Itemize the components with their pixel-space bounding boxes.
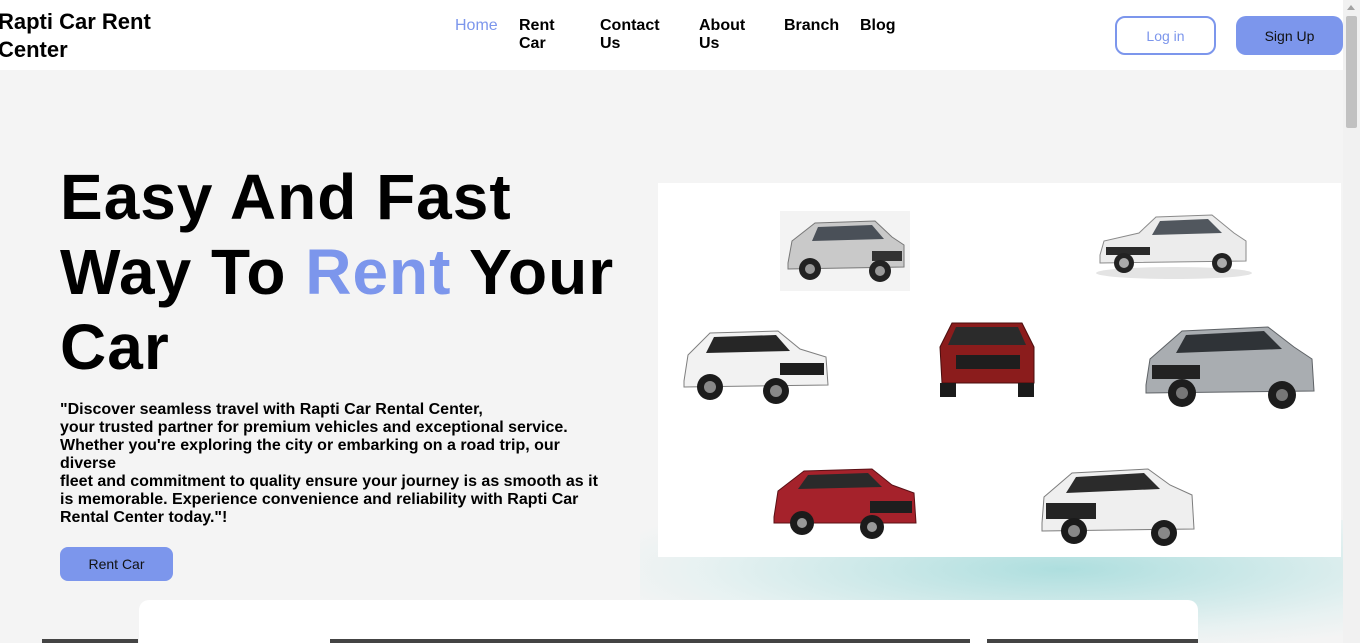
nav-branch[interactable]: Branch: [784, 17, 839, 35]
hero-description: "Discover seamless travel with Rapti Car…: [60, 401, 605, 527]
nav-home[interactable]: Home: [455, 17, 498, 35]
rent-car-button[interactable]: Rent Car: [60, 547, 173, 581]
features-card: [139, 600, 1198, 643]
bottom-strip: [330, 639, 970, 643]
nav-blog[interactable]: Blog: [860, 17, 896, 35]
login-button[interactable]: Log in: [1115, 16, 1216, 55]
cars-image: [658, 183, 1341, 557]
red-suv-car: [939, 322, 1035, 397]
nav-rent-car[interactable]: Rent Car: [519, 17, 569, 53]
nav-contact-us[interactable]: Contact Us: [600, 17, 670, 53]
hero-desc-line: your trusted partner for premium vehicle…: [60, 419, 568, 436]
bottom-strip: [987, 639, 1198, 643]
signup-button[interactable]: Sign Up: [1236, 16, 1343, 55]
white-xtrail-car: [1041, 468, 1195, 546]
hero-title-accent: Rent: [305, 236, 452, 308]
white-sedan-car: [1096, 214, 1252, 279]
nav-about-us[interactable]: About Us: [699, 17, 754, 53]
hero-desc-line: "Discover seamless travel with Rapti Car…: [60, 401, 483, 418]
red-crossover-car: [773, 468, 917, 539]
white-rav4-car: [683, 330, 829, 404]
hero-title-line3: Car: [60, 311, 170, 383]
hero-desc-line: Whether you're exploring the city or emb…: [60, 437, 560, 472]
hero-title-line2-end: Your: [451, 236, 615, 308]
gray-crossover-car: [1145, 326, 1315, 409]
scroll-up-arrow-icon[interactable]: [1347, 5, 1355, 10]
page-scrollbar[interactable]: [1343, 0, 1360, 643]
brand-logo-text[interactable]: Rapti Car Rent Center: [0, 8, 188, 64]
hero-title-line2-start: Way To: [60, 236, 306, 308]
bottom-strip: [42, 639, 138, 643]
site-header: Rapti Car Rent Center Home Rent Car Cont…: [0, 0, 1343, 70]
hero-desc-line: fleet and commitment to quality ensure y…: [60, 473, 598, 526]
silver-suv-car: [780, 211, 910, 291]
hero-title: Easy And Fast Way To Rent Your Car: [60, 160, 640, 385]
scroll-thumb[interactable]: [1346, 16, 1357, 128]
hero-title-line1: Easy And Fast: [60, 161, 512, 233]
